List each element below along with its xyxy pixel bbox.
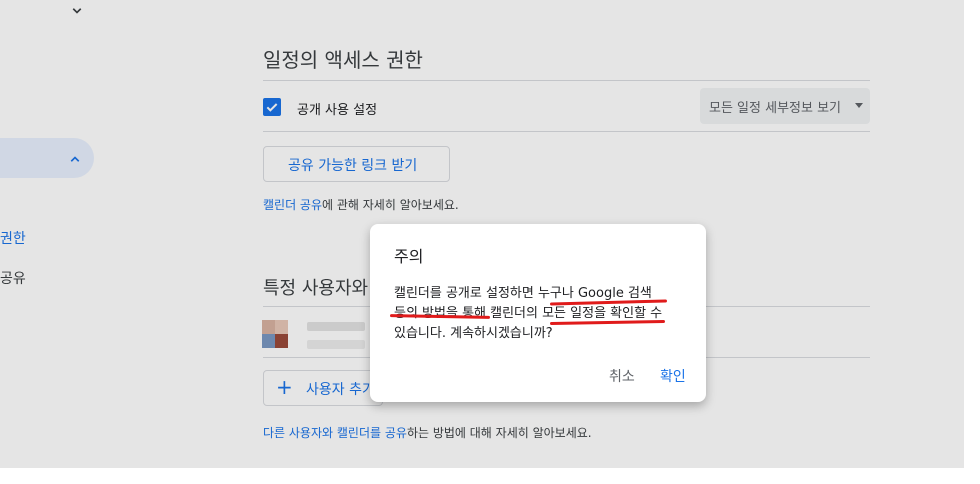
- warning-dialog: 주의 캘린더를 공개로 설정하면 누구나 Google 검색 등의 방법을 통해…: [370, 224, 706, 402]
- highlight-phrase-1: 누구나 Google 검색: [537, 286, 652, 301]
- highlight-phrase-2: 모든 일정을 확인: [542, 306, 635, 321]
- dialog-title: 주의: [394, 247, 424, 266]
- cancel-button[interactable]: 취소: [609, 366, 635, 386]
- confirm-button[interactable]: 확인: [660, 366, 686, 386]
